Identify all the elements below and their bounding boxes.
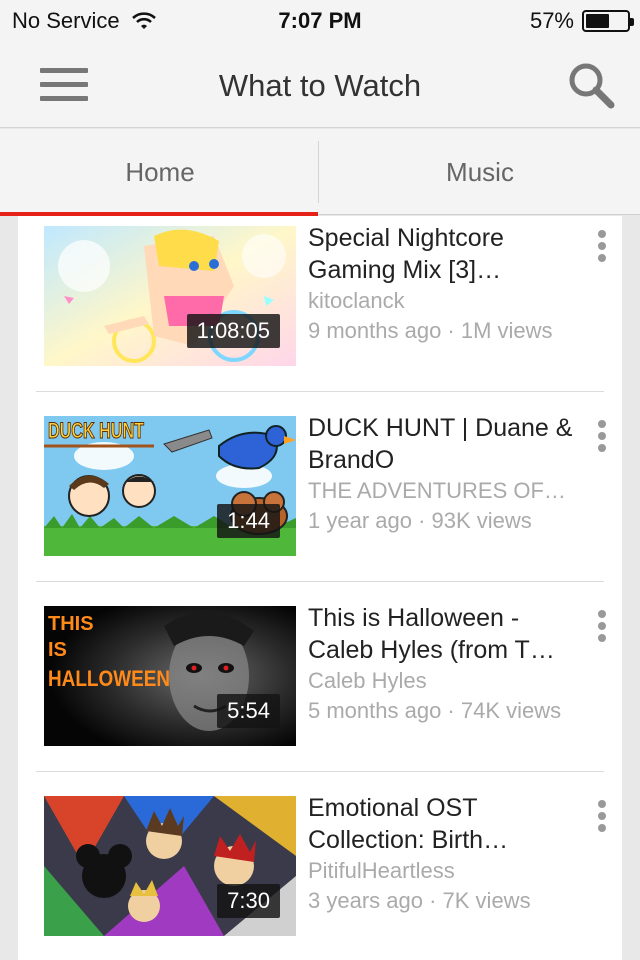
video-title[interactable]: DUCK HUNT | Duane & BrandO bbox=[308, 412, 578, 476]
app-bar: What to Watch bbox=[0, 40, 640, 128]
video-age: 3 years ago bbox=[308, 888, 423, 913]
video-thumbnail[interactable]: 7:30 bbox=[44, 796, 296, 936]
tab-bar: Home Music bbox=[0, 129, 640, 216]
more-options-icon[interactable] bbox=[590, 418, 614, 458]
video-thumbnail[interactable]: DUCK HUNT 1:44 bbox=[44, 416, 296, 556]
thumbnail-title-text: THIS bbox=[48, 613, 94, 635]
video-views: 93K views bbox=[431, 508, 532, 533]
video-title[interactable]: Special Nightcore Gaming Mix [3]… bbox=[308, 222, 578, 286]
search-icon[interactable] bbox=[566, 60, 616, 110]
video-stats: 3 years ago · 7K views bbox=[308, 886, 578, 916]
video-channel[interactable]: THE ADVENTURES OF… bbox=[308, 476, 578, 506]
video-meta: Emotional OST Collection: Birth… Pitiful… bbox=[308, 792, 578, 916]
tab-home[interactable]: Home bbox=[0, 129, 320, 216]
battery-percent: 57% bbox=[529, 8, 574, 33]
video-views: 1M views bbox=[460, 318, 553, 343]
video-meta: DUCK HUNT | Duane & BrandO THE ADVENTURE… bbox=[308, 412, 578, 536]
tab-music-label: Music bbox=[446, 156, 514, 187]
tab-music[interactable]: Music bbox=[320, 129, 640, 215]
thumbnail-title-text: HALLOWEEN bbox=[48, 666, 170, 691]
video-stats: 9 months ago · 1M views bbox=[308, 316, 578, 346]
video-item[interactable]: DUCK HUNT 1:44 DUCK HUNT | Duane & Brand… bbox=[18, 392, 622, 582]
video-views: 74K views bbox=[460, 698, 562, 723]
video-stats: 5 months ago · 74K views bbox=[308, 696, 578, 726]
video-title[interactable]: This is Halloween - Caleb Hyles (from T… bbox=[308, 602, 578, 666]
video-duration: 1:08:05 bbox=[186, 314, 280, 348]
video-meta: This is Halloween - Caleb Hyles (from T…… bbox=[308, 602, 578, 726]
status-right: 57% bbox=[529, 8, 634, 34]
more-options-icon[interactable] bbox=[590, 608, 614, 648]
stats-separator: · bbox=[422, 888, 443, 913]
more-options-icon[interactable] bbox=[590, 798, 614, 838]
video-thumbnail[interactable]: THIS IS HALLOWEEN 5:54 bbox=[44, 606, 296, 746]
video-duration: 7:30 bbox=[217, 884, 280, 918]
video-age: 5 months ago bbox=[308, 698, 442, 723]
thumbnail-title-text: DUCK HUNT bbox=[48, 418, 144, 443]
video-channel[interactable]: kitoclanck bbox=[308, 286, 578, 316]
video-age: 9 months ago bbox=[308, 318, 442, 343]
tab-home-label: Home bbox=[125, 156, 195, 187]
video-duration: 5:54 bbox=[217, 694, 280, 728]
video-duration: 1:44 bbox=[217, 504, 280, 538]
thumbnail-title-text: IS bbox=[48, 639, 67, 661]
battery-icon bbox=[582, 10, 634, 32]
stats-separator: · bbox=[411, 508, 432, 533]
video-meta: Special Nightcore Gaming Mix [3]… kitocl… bbox=[308, 222, 578, 346]
video-item[interactable]: THIS IS HALLOWEEN 5:54 This is Halloween… bbox=[18, 582, 622, 772]
page-title: What to Watch bbox=[218, 68, 422, 103]
video-feed[interactable]: 1:08:05 Special Nightcore Gaming Mix [3]… bbox=[18, 216, 622, 960]
video-item[interactable]: 1:08:05 Special Nightcore Gaming Mix [3]… bbox=[18, 216, 622, 392]
tab-divider bbox=[318, 141, 319, 203]
status-bar: No Service 7:07 PM 57% bbox=[0, 0, 640, 40]
video-thumbnail[interactable]: 1:08:05 bbox=[44, 226, 296, 366]
video-channel[interactable]: Caleb Hyles bbox=[308, 666, 578, 696]
video-views: 7K views bbox=[442, 888, 531, 913]
stats-separator: · bbox=[441, 318, 461, 343]
stats-separator: · bbox=[441, 698, 461, 723]
video-title[interactable]: Emotional OST Collection: Birth… bbox=[308, 792, 578, 856]
video-item[interactable]: 7:30 Emotional OST Collection: Birth… Pi… bbox=[18, 772, 622, 960]
more-options-icon[interactable] bbox=[590, 228, 614, 268]
video-channel[interactable]: PitifulHeartless bbox=[308, 856, 578, 886]
video-age: 1 year ago bbox=[308, 508, 412, 533]
video-stats: 1 year ago · 93K views bbox=[308, 506, 578, 536]
